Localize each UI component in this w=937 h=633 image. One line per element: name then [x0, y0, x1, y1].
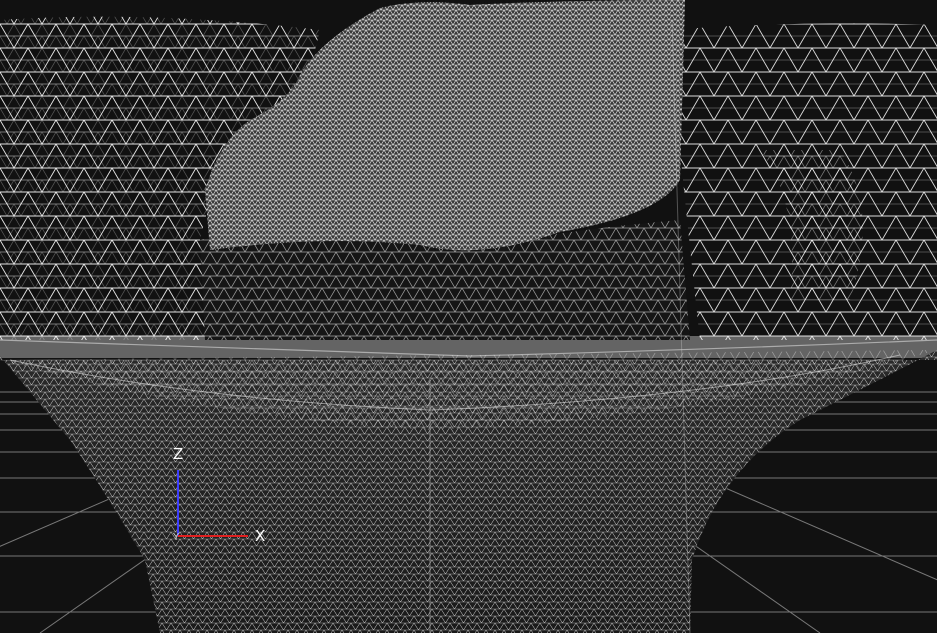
- y-axis-label: Y: [172, 532, 180, 543]
- z-axis-label: Z: [173, 445, 183, 463]
- wireframe-scene[interactable]: Z X Y: [0, 0, 937, 633]
- x-axis-label: X: [255, 527, 265, 545]
- 3d-viewport[interactable]: Z X Y: [0, 0, 937, 633]
